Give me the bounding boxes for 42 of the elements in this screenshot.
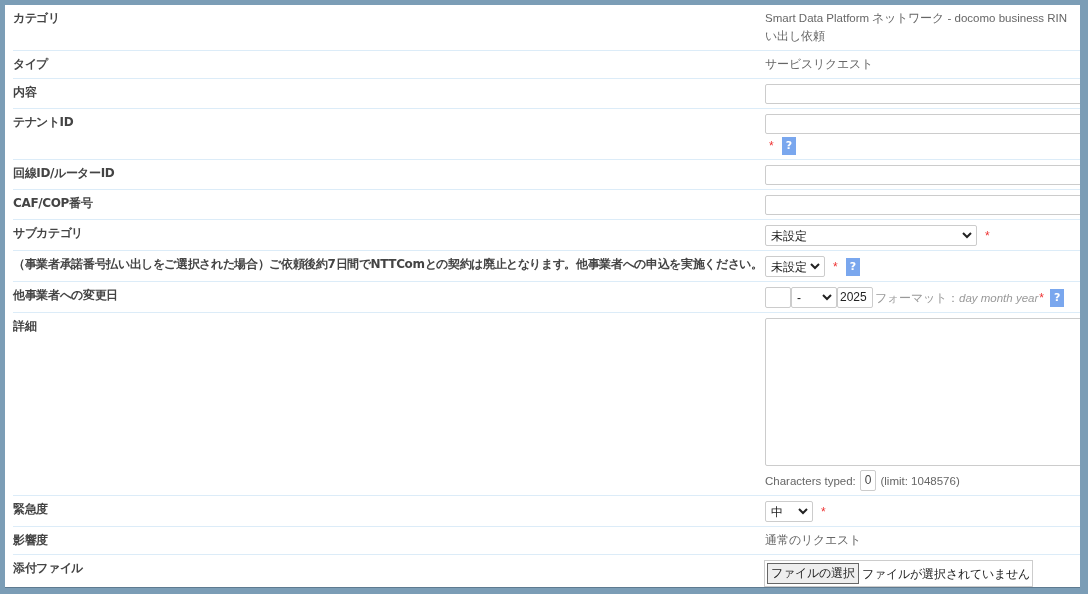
year-field[interactable]: 2025 (837, 287, 873, 308)
chevron-icon (798, 508, 808, 515)
field-label: テナントID (13, 115, 74, 129)
counter-label: Characters typed: (765, 473, 856, 489)
required-mark: * (769, 138, 774, 154)
required-mark: * (833, 258, 838, 275)
field-label: サブカテゴリ (13, 226, 83, 240)
month-dropdown[interactable]: - (791, 287, 837, 308)
details-textarea[interactable] (765, 318, 1080, 466)
format-hint: フォーマット：day month year (875, 290, 1039, 306)
character-count: 0 (859, 470, 877, 491)
field-label: 詳細 (13, 319, 37, 333)
field-label: タイプ (13, 57, 48, 71)
required-mark: * (1039, 289, 1044, 306)
file-status: ファイルが選択されていません (862, 565, 1030, 582)
chevron-icon (810, 263, 820, 270)
input-field[interactable] (765, 165, 1080, 185)
field-label: 回線ID/ルーターID (13, 166, 115, 180)
input-field[interactable] (765, 84, 1080, 104)
field-value: Smart Data Platform ネットワーク - docomo business RIN (765, 11, 1069, 26)
field-label: CAF/COP番号 (13, 196, 93, 210)
field-label: 影響度 (13, 533, 48, 547)
choose-file-button[interactable]: ファイルの選択 (767, 563, 859, 584)
required-mark: * (821, 503, 826, 520)
dropdown[interactable]: 未設定 (765, 225, 977, 246)
field-value: い出し依頼 (765, 29, 826, 44)
chevron-icon (962, 232, 972, 239)
dropdown[interactable]: 未設定 (765, 256, 825, 277)
field-label: 内容 (13, 85, 37, 99)
field-label: 添付ファイル (13, 561, 83, 575)
field-value: 通常のリクエスト (765, 533, 862, 548)
limit-text: (limit: 1048576) (880, 473, 960, 489)
input-field[interactable] (765, 114, 1080, 134)
field-label: 緊急度 (13, 502, 48, 516)
field-label: カテゴリ (13, 11, 60, 25)
chevron-icon (822, 294, 832, 301)
required-mark: * (985, 227, 990, 244)
field-label: 他事業者への変更日 (13, 288, 118, 302)
dropdown[interactable]: 中 (765, 501, 813, 522)
field-value: サービスリクエスト (765, 57, 874, 72)
input-field[interactable] (765, 195, 1080, 215)
field-label: （事業者承諾番号払い出しをご選択された場合）ご依頼後約7日間でNTTComとの契約は廃止となります。他事業者への申込を実施ください。 (13, 257, 763, 271)
